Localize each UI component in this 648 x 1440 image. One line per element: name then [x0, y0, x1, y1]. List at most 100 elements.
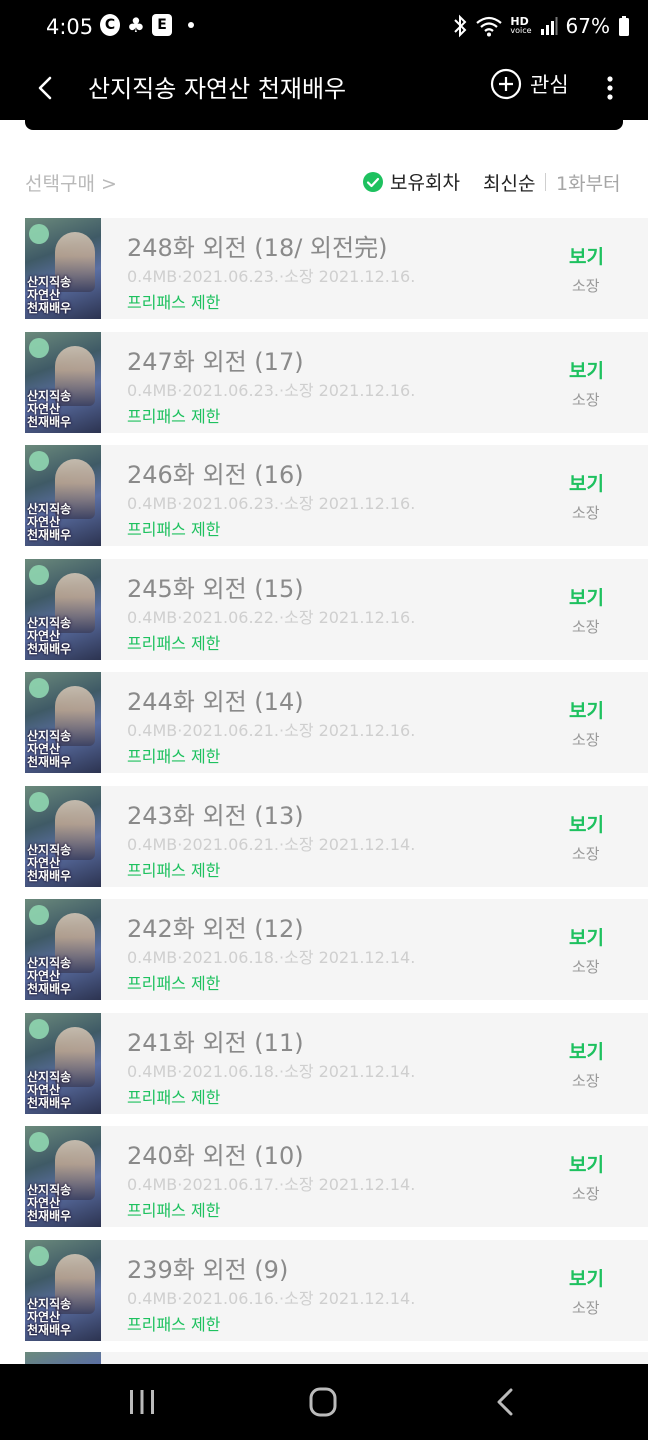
more-notifications-dot-icon	[188, 22, 194, 28]
episode-meta: 0.4MB·2021.06.18.·소장 2021.12.14.	[127, 948, 416, 967]
episode-thumbnail: 산지직송 자연산 천재배우	[25, 1012, 101, 1114]
thumbnail-badge-icon	[29, 1245, 49, 1266]
next-episode-thumbnail-peek	[25, 1352, 101, 1364]
back-button[interactable]	[28, 68, 64, 108]
thumbnail-logo-line: 산지직송	[27, 1296, 72, 1311]
freepass-restriction-label: 프리패스 제한	[127, 1201, 221, 1220]
episode-row[interactable]: 산지직송 자연산 천재배우 247화 외전 (17) 0.4MB·2021.06…	[25, 331, 648, 433]
status-bar: 4:05 C ♣ E HD voice 67%	[0, 0, 648, 58]
check-circle-icon	[363, 171, 383, 192]
owned-status-label: 소장	[572, 731, 600, 749]
system-navigation-bar	[0, 1364, 648, 1440]
sort-latest-button[interactable]: 최신순	[483, 169, 535, 196]
thumbnail-logo-line: 천재배우	[27, 1322, 72, 1337]
episode-meta: 0.4MB·2021.06.17.·소장 2021.12.14.	[127, 1175, 416, 1194]
episode-title: 240화 외전 (10)	[127, 1142, 304, 1170]
episode-meta: 0.4MB·2021.06.18.·소장 2021.12.14.	[127, 1061, 416, 1081]
episode-row[interactable]: 산지직송 자연산 천재배우 246화 외전 (16) 0.4MB·2021.06…	[25, 445, 648, 546]
view-button[interactable]: 보기	[569, 356, 604, 383]
recents-icon	[130, 1390, 154, 1414]
page-title: 산지직송 자연산 천재배우	[88, 75, 347, 103]
thumbnail-logo-line: 산지직송	[27, 388, 72, 403]
episode-row[interactable]: 산지직송 자연산 천재배우 244화 외전 (14) 0.4MB·2021.06…	[25, 672, 648, 773]
notification-icons: C ♣ E	[100, 13, 194, 37]
kebab-menu-icon	[607, 76, 613, 100]
banner-bottom-edge	[25, 118, 623, 130]
home-button[interactable]	[303, 1384, 343, 1420]
more-options-button[interactable]	[598, 68, 622, 108]
thumbnail-logo-line: 천재배우	[27, 868, 72, 883]
thumbnail-logo: 산지직송 자연산 천재배우	[27, 1296, 99, 1337]
episode-row[interactable]: 산지직송 자연산 천재배우 241화 외전 (11) 0.4MB·2021.06…	[25, 1012, 648, 1114]
view-button[interactable]: 보기	[569, 1037, 604, 1064]
thumbnail-logo-line: 천재배우	[27, 414, 72, 429]
next-episode-row-peek	[101, 1352, 648, 1364]
back-nav-button[interactable]	[486, 1384, 526, 1420]
voice-label: voice	[510, 26, 532, 35]
select-purchase-button[interactable]: 선택구매 >	[25, 169, 117, 196]
episode-thumbnail: 산지직송 자연산 천재배우	[25, 218, 101, 319]
thumbnail-logo: 산지직송 자연산 천재배우	[27, 388, 99, 429]
thumbnail-logo-line: 천재배우	[27, 1095, 72, 1110]
view-button[interactable]: 보기	[569, 1150, 604, 1177]
thumbnail-logo-line: 자연산	[27, 1309, 61, 1324]
episode-thumbnail: 산지직송 자연산 천재배우	[25, 331, 101, 433]
episode-meta: 0.4MB·2021.06.23.·소장 2021.12.16.	[127, 380, 416, 400]
freepass-restriction-label: 프리패스 제한	[127, 860, 221, 880]
episode-thumbnail: 산지직송 자연산 천재배우	[25, 672, 101, 773]
home-icon	[309, 1387, 337, 1417]
freepass-restriction-label: 프리패스 제한	[127, 747, 221, 766]
episode-title: 242화 외전 (12)	[127, 915, 304, 943]
owned-status-label: 소장	[572, 1185, 600, 1203]
episode-row[interactable]: 산지직송 자연산 천재배우 242화 외전 (12) 0.4MB·2021.06…	[25, 899, 648, 1000]
view-button[interactable]: 보기	[569, 810, 604, 837]
sort-from-first-button[interactable]: 1화부터	[556, 169, 621, 196]
episode-title: 241화 외전 (11)	[127, 1028, 304, 1057]
episode-thumbnail: 산지직송 자연산 천재배우	[25, 785, 101, 887]
thumbnail-badge-icon	[29, 224, 49, 244]
episode-row[interactable]: 산지직송 자연산 천재배우 248화 외전 (18/ 외전完) 0.4MB·20…	[25, 218, 648, 319]
thumbnail-badge-icon	[29, 905, 49, 925]
episode-row[interactable]: 산지직송 자연산 천재배우 243화 외전 (13) 0.4MB·2021.06…	[25, 785, 648, 887]
thumbnail-logo-line: 자연산	[27, 628, 61, 643]
thumbnail-logo-line: 산지직송	[27, 1069, 72, 1084]
episode-thumbnail: 산지직송 자연산 천재배우	[25, 1126, 101, 1227]
plus-circle-icon	[490, 68, 522, 100]
owned-status-label: 소장	[572, 390, 600, 409]
favorite-button[interactable]: 관심	[490, 68, 569, 100]
thumbnail-logo: 산지직송 자연산 천재배우	[27, 843, 99, 883]
view-button[interactable]: 보기	[569, 1264, 604, 1291]
freepass-restriction-label: 프리패스 제한	[127, 293, 221, 312]
freepass-restriction-label: 프리패스 제한	[127, 633, 221, 653]
episode-thumbnail: 산지직송 자연산 천재배우	[25, 445, 101, 546]
episode-thumbnail: 산지직송 자연산 천재배우	[25, 899, 101, 1000]
episode-title: 245화 외전 (15)	[127, 574, 304, 603]
view-button[interactable]: 보기	[569, 696, 604, 723]
chevron-left-icon	[38, 76, 52, 100]
thumbnail-logo-line: 자연산	[27, 855, 61, 870]
view-button[interactable]: 보기	[569, 469, 604, 496]
episode-meta: 0.4MB·2021.06.22.·소장 2021.12.16.	[127, 607, 416, 627]
owned-status-label: 소장	[572, 844, 600, 863]
view-button[interactable]: 보기	[569, 242, 604, 269]
owned-episodes-label: 보유회차	[390, 172, 460, 194]
thumbnail-logo: 산지직송 자연산 천재배우	[27, 276, 99, 315]
recents-button[interactable]	[122, 1384, 162, 1420]
episode-title: 247화 외전 (17)	[127, 347, 304, 376]
signal-icon	[540, 17, 558, 35]
episode-meta: 0.4MB·2021.06.21.·소장 2021.12.16.	[127, 721, 416, 740]
episode-thumbnail: 산지직송 자연산 천재배우	[25, 558, 101, 660]
freepass-restriction-label: 프리패스 제한	[127, 1087, 221, 1107]
view-button[interactable]: 보기	[569, 923, 604, 950]
episode-title: 244화 외전 (14)	[127, 688, 304, 716]
episode-row[interactable]: 산지직송 자연산 천재배우 240화 외전 (10) 0.4MB·2021.06…	[25, 1126, 648, 1227]
thumbnail-badge-icon	[29, 1132, 49, 1152]
favorite-label: 관심	[530, 73, 569, 97]
episode-title: 243화 외전 (13)	[127, 801, 304, 830]
episode-row[interactable]: 산지직송 자연산 천재배우 245화 외전 (15) 0.4MB·2021.06…	[25, 558, 648, 660]
thumbnail-logo-line: 천재배우	[27, 755, 72, 769]
view-button[interactable]: 보기	[569, 583, 604, 610]
episode-row[interactable]: 산지직송 자연산 천재배우 239화 외전 (9) 0.4MB·2021.06.…	[25, 1239, 648, 1341]
owned-episodes-filter[interactable]: 보유회차	[362, 168, 460, 195]
thumbnail-logo: 산지직송 자연산 천재배우	[27, 1184, 99, 1223]
